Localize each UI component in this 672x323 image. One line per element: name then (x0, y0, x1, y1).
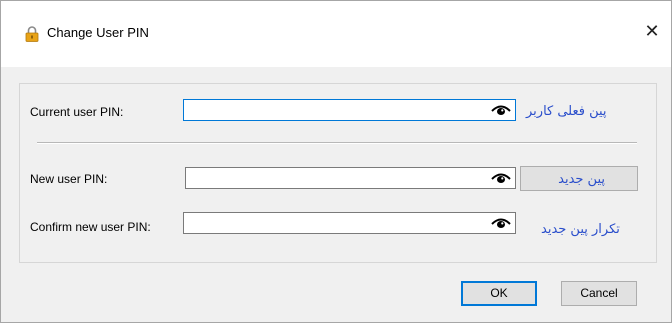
confirm-pin-input[interactable] (186, 214, 489, 232)
cancel-button[interactable]: Cancel (561, 281, 637, 306)
confirm-pin-field[interactable] (183, 212, 516, 234)
section-divider (37, 142, 637, 144)
ok-button[interactable]: OK (461, 281, 537, 306)
new-pin-persian-button[interactable]: پین جدید (520, 166, 638, 191)
new-pin-input[interactable] (188, 169, 489, 187)
current-pin-persian-label: پین فعلی کاربر (526, 104, 607, 119)
current-pin-field[interactable] (183, 99, 516, 121)
dialog-title: Change User PIN (47, 25, 149, 40)
current-pin-label: Current user PIN: (30, 105, 124, 119)
confirm-pin-persian-label: تکرار پین جدید (541, 222, 620, 237)
confirm-pin-label: Confirm new user PIN: (30, 220, 151, 234)
title-bar: Change User PIN ✕ (1, 1, 671, 67)
change-user-pin-dialog: Change User PIN ✕ Current user PIN: پین … (0, 0, 672, 323)
new-pin-persian-label: پین جدید (558, 172, 605, 187)
eye-icon[interactable] (491, 171, 511, 185)
eye-icon[interactable] (491, 103, 511, 117)
close-icon: ✕ (644, 21, 660, 42)
close-button[interactable]: ✕ (639, 19, 665, 45)
new-pin-field[interactable] (185, 167, 516, 189)
lock-icon (25, 26, 39, 42)
eye-icon[interactable] (491, 216, 511, 230)
current-pin-input[interactable] (186, 101, 489, 119)
new-pin-label: New user PIN: (30, 172, 108, 186)
